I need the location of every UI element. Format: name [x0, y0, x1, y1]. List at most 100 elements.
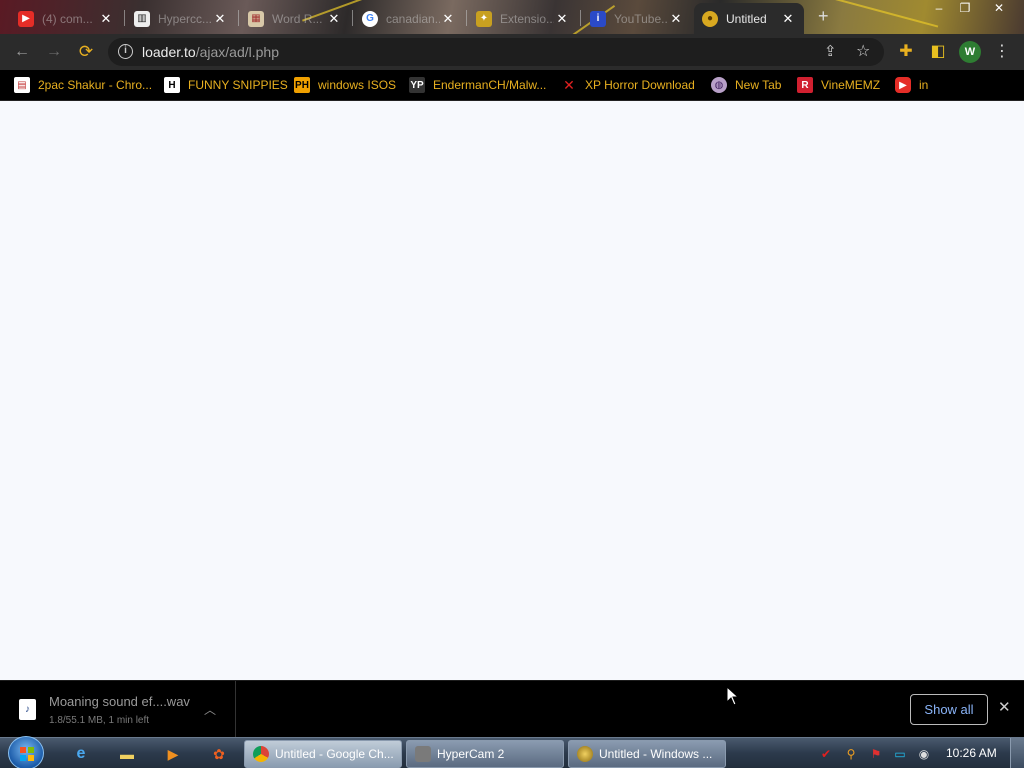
youtube-icon: ▶ [895, 77, 911, 93]
tab-0[interactable]: ▶ (4) com... ✕ [10, 3, 122, 34]
app-launcher-icon[interactable]: ✿ [206, 742, 232, 766]
bookmark-item[interactable]: R VineMEMZ [797, 76, 880, 94]
taskbar-clock[interactable]: 10:26 AM [946, 746, 997, 760]
bookmark-item[interactable]: YP EndermanCH/Malw... [409, 76, 546, 94]
task-label: Untitled - Google Ch... [275, 747, 394, 761]
bookmark-item[interactable]: ✕ XP Horror Download [561, 76, 695, 94]
info-icon[interactable]: i [118, 44, 133, 59]
profile-avatar[interactable]: W [959, 41, 981, 63]
media-player-icon [577, 746, 593, 762]
bookmark-label: EndermanCH/Malw... [433, 78, 547, 92]
network-monitor-icon[interactable]: ▭ [892, 746, 908, 762]
url-path: /ajax/ad/l.php [195, 44, 280, 60]
tab-separator [352, 10, 353, 26]
share-icon[interactable]: ⇪ [824, 42, 837, 60]
action-center-flag-icon[interactable]: ⚑ [868, 746, 884, 762]
back-arrow-icon[interactable]: ← [12, 42, 32, 62]
tab-separator [124, 10, 125, 26]
tab-3[interactable]: G canadian... ✕ [354, 3, 464, 34]
extension-icon: ✦ [476, 10, 492, 27]
tray-app-icon[interactable]: ✔ [818, 746, 834, 762]
download-shelf: ♪ Moaning sound ef....wav 1.8/55.1 MB, 1… [0, 680, 1024, 738]
tray-search-icon[interactable]: ⚲ [843, 746, 859, 762]
star-icon[interactable]: ☆ [856, 41, 870, 61]
close-icon[interactable]: ✕ [554, 11, 570, 27]
volume-icon[interactable]: ◉ [916, 746, 932, 762]
show-desktop-button[interactable] [1010, 738, 1024, 768]
decorative-streak [821, 0, 939, 28]
bookmark-label: FUNNY SNIPPIES [188, 78, 288, 92]
yp-icon: YP [409, 77, 425, 93]
image-icon: ▦ [248, 10, 264, 27]
task-label: HyperCam 2 [437, 747, 505, 761]
audio-file-icon: ♪ [19, 699, 36, 720]
bookmark-label: 2pac Shakur - Chro... [38, 78, 153, 92]
tab-separator [466, 10, 467, 26]
google-icon: G [362, 10, 378, 27]
bookmark-label: XP Horror Download [585, 78, 695, 92]
tab-4[interactable]: ✦ Extensio... ✕ [468, 3, 578, 34]
close-icon[interactable]: ✕ [780, 11, 796, 27]
bookmark-label: in [919, 78, 929, 92]
bookmark-item[interactable]: PH windows ISOS [294, 76, 396, 94]
forward-arrow-icon[interactable]: → [44, 42, 64, 62]
taskbar-item-chrome[interactable]: Untitled - Google Ch... [244, 740, 402, 768]
tab-1[interactable]: ▥ Hypercc... ✕ [126, 3, 236, 34]
close-icon[interactable]: ✕ [668, 11, 684, 27]
close-icon[interactable]: ✕ [998, 700, 1011, 716]
puzzle-extensions-icon[interactable]: ✚ [896, 42, 916, 62]
taskbar-item-hypercam[interactable]: HyperCam 2 [406, 740, 564, 768]
windows-taskbar: e ▬ ▶ ✿ Untitled - Google Ch... HyperCam… [0, 736, 1024, 768]
museum-icon: ▥ [134, 10, 150, 27]
chevron-up-icon[interactable]: ︿ [204, 701, 216, 718]
bookmark-label: VineMEMZ [821, 78, 881, 92]
new-tab-button[interactable]: + [818, 7, 829, 25]
address-bar[interactable]: i loader.to/ajax/ad/l.php ⇪ ☆ [108, 38, 884, 66]
download-item[interactable]: ♪ Moaning sound ef....wav 1.8/55.1 MB, 1… [0, 681, 236, 738]
tab-title: Untitled [726, 11, 767, 26]
mouse-cursor-icon [726, 686, 740, 706]
hypercam-icon [415, 746, 431, 762]
tab-title: Extensio... [500, 11, 554, 26]
taskbar-item-media-player[interactable]: Untitled - Windows ... [568, 740, 726, 768]
internet-explorer-icon[interactable]: e [68, 742, 94, 766]
start-button[interactable] [8, 736, 44, 768]
menu-kebab-icon[interactable]: ⋮ [992, 42, 1012, 62]
bookmark-item[interactable]: ▶ in [895, 76, 928, 94]
calendar-icon: ▤ [14, 77, 30, 93]
download-status: 1.8/55.1 MB, 1 min left [49, 715, 150, 726]
close-icon[interactable]: ✕ [212, 11, 228, 27]
window-close-button[interactable]: ✕ [986, 0, 1012, 18]
bookmark-item[interactable]: ◍ New Tab [711, 76, 781, 94]
close-icon[interactable]: ✕ [440, 11, 456, 27]
bookmark-label: windows ISOS [318, 78, 397, 92]
bookmark-label: New Tab [735, 78, 782, 92]
tab-6[interactable]: ● Untitled ✕ [694, 3, 804, 34]
folder-icon[interactable]: ▬ [114, 742, 140, 766]
download-file-name: Moaning sound ef....wav [49, 694, 190, 709]
side-panel-icon[interactable]: ◧ [928, 42, 948, 62]
media-player-icon[interactable]: ▶ [160, 742, 186, 766]
tab-title: Hypercc... [158, 11, 212, 26]
ph-icon: PH [294, 77, 310, 93]
tab-strip: ▶ (4) com... ✕ ▥ Hypercc... ✕ ▦ Word R..… [0, 0, 1024, 34]
bookmark-item[interactable]: ▤ 2pac Shakur - Chro... [14, 76, 152, 94]
chrome-icon [253, 746, 269, 762]
r-icon: R [797, 77, 813, 93]
url-host: loader.to [142, 44, 196, 60]
tab-5[interactable]: i YouTube... ✕ [582, 3, 692, 34]
reload-icon[interactable]: ⟳ [76, 42, 96, 62]
tab-title: YouTube... [614, 11, 668, 26]
close-icon[interactable]: ✕ [98, 11, 114, 27]
tab-separator [580, 10, 581, 26]
browser-toolbar: ← → ⟳ i loader.to/ajax/ad/l.php ⇪ ☆ ✚ ◧ … [0, 34, 1024, 70]
url-text[interactable]: loader.to/ajax/ad/l.php [142, 44, 279, 60]
tab-2[interactable]: ▦ Word R... ✕ [240, 3, 350, 34]
bookmark-item[interactable]: H FUNNY SNIPPIES [164, 76, 288, 94]
globe-icon: ◍ [711, 77, 727, 93]
maximize-button[interactable]: ❐ [952, 0, 978, 18]
show-all-button[interactable]: Show all [910, 694, 988, 725]
close-icon[interactable]: ✕ [326, 11, 342, 27]
page-content [0, 102, 1024, 680]
minimize-button[interactable]: – [926, 0, 952, 18]
